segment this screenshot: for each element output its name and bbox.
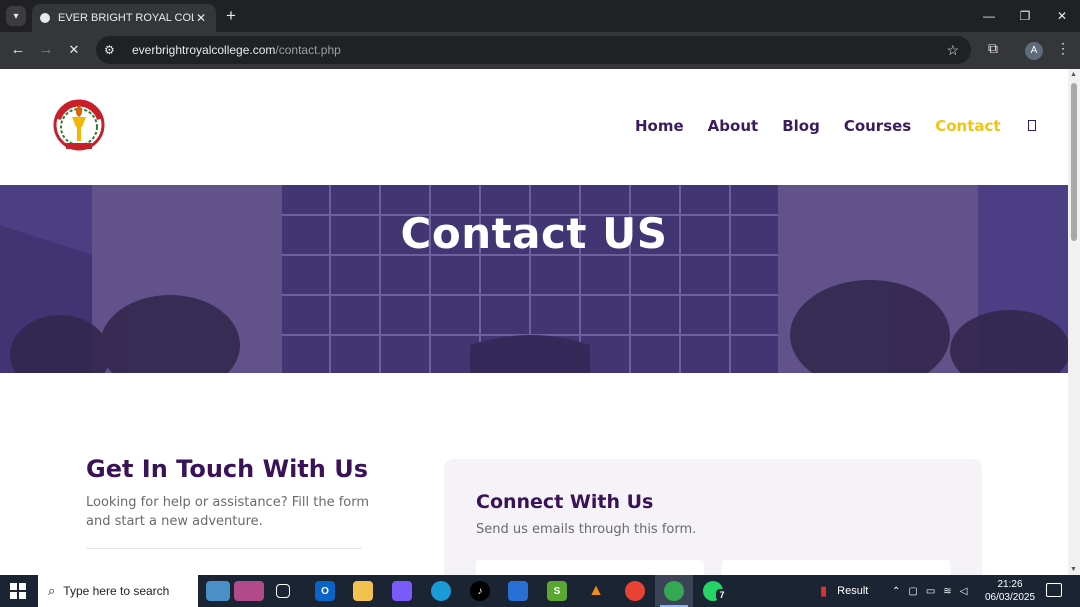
- name-input[interactable]: [476, 560, 704, 575]
- nav-home[interactable]: Home: [635, 117, 684, 135]
- weather-label: Result: [837, 585, 869, 597]
- tab-close-icon[interactable]: ✕: [194, 11, 208, 25]
- stop-loading-button[interactable]: ✕: [64, 40, 84, 60]
- taskbar-search-box[interactable]: ⌕ Type here to search: [38, 575, 198, 607]
- wifi-icon[interactable]: ≋: [943, 586, 951, 597]
- tab-title: EVER BRIGHT ROYAL COLLEGE: [58, 12, 194, 24]
- taskbar-clock[interactable]: 21:26 06/03/2025: [982, 578, 1038, 604]
- file-explorer-icon[interactable]: [353, 581, 373, 601]
- browser-menu-icon[interactable]: ⋮: [1056, 40, 1070, 57]
- connect-subtext: Send us emails through this form.: [476, 522, 697, 537]
- main-nav: Home About Blog Courses Contact: [635, 117, 1036, 135]
- contact-section: Get In Touch With Us Looking for help or…: [0, 373, 1068, 575]
- nba-icon: ▮: [820, 583, 828, 598]
- shopify-icon[interactable]: S: [547, 581, 567, 601]
- clock-time: 21:26: [997, 579, 1023, 590]
- scroll-down-icon[interactable]: ▼: [1070, 566, 1077, 573]
- get-in-touch-text: Looking for help or assistance? Fill the…: [86, 495, 370, 529]
- battery-icon[interactable]: ▭: [926, 586, 935, 597]
- chrome-profile-icon[interactable]: [664, 581, 684, 601]
- whatsapp-badge: 7: [716, 589, 728, 601]
- browser-toolbar: ← → ✕ ⚙ everbrightroyalcollege.com/conta…: [0, 32, 1080, 69]
- start-button[interactable]: [10, 583, 26, 599]
- college-logo[interactable]: [52, 97, 106, 157]
- restore-button[interactable]: ❐: [1007, 0, 1043, 32]
- hero-banner: Contact US: [0, 185, 1068, 373]
- site-header: Home About Blog Courses Contact: [0, 69, 1068, 185]
- close-window-button[interactable]: ✕: [1044, 0, 1080, 32]
- url-path: /contact.php: [275, 43, 341, 57]
- outlook-icon[interactable]: O: [315, 581, 335, 601]
- tiktok-icon[interactable]: ♪: [470, 581, 490, 601]
- books-widget-icon[interactable]: [234, 581, 264, 601]
- system-tray: ⌃ ▢ ▭ ≋ ◁: [892, 575, 967, 607]
- search-icon[interactable]: [1027, 120, 1036, 131]
- task-view-icon[interactable]: [276, 584, 290, 598]
- microsoft-store-icon[interactable]: [508, 581, 528, 601]
- show-hidden-icons-icon[interactable]: ⌃: [892, 586, 900, 597]
- active-tab[interactable]: EVER BRIGHT ROYAL COLLEGE ✕: [32, 4, 216, 32]
- scrollbar-thumb[interactable]: [1071, 83, 1077, 241]
- weather-widget[interactable]: ▮ Result: [820, 575, 868, 607]
- clock-date: 06/03/2025: [984, 592, 1036, 603]
- nav-contact[interactable]: Contact: [935, 117, 1000, 135]
- copilot-icon[interactable]: [392, 581, 412, 601]
- edge-icon[interactable]: [431, 581, 451, 601]
- volume-icon[interactable]: ◁: [960, 586, 968, 597]
- get-in-touch-heading: Get In Touch With Us: [86, 455, 368, 483]
- url-host: everbrightroyalcollege.com: [132, 43, 276, 57]
- nav-courses[interactable]: Courses: [844, 117, 911, 135]
- notification-center-icon[interactable]: [1046, 583, 1062, 597]
- divider: [86, 548, 362, 549]
- email-input[interactable]: [722, 560, 950, 575]
- nav-blog[interactable]: Blog: [782, 117, 820, 135]
- nav-about[interactable]: About: [708, 117, 759, 135]
- favicon-icon: [40, 13, 50, 23]
- profile-avatar[interactable]: A: [1025, 42, 1043, 60]
- new-tab-button[interactable]: +: [222, 6, 240, 26]
- browser-tab-strip: ▾ EVER BRIGHT ROYAL COLLEGE ✕ + — ❐ ✕: [0, 0, 1080, 32]
- meet-icon[interactable]: ▢: [908, 586, 917, 597]
- contact-form-card: Connect With Us Send us emails through t…: [444, 459, 982, 575]
- forward-button[interactable]: →: [36, 40, 56, 60]
- site-info-icon[interactable]: ⚙: [104, 43, 120, 57]
- address-bar[interactable]: ⚙ everbrightroyalcollege.com/contact.php…: [96, 36, 971, 64]
- news-widget-icon[interactable]: [206, 581, 230, 601]
- page-viewport: Home About Blog Courses Contact Contact …: [0, 69, 1080, 575]
- page-title: Contact US: [400, 209, 668, 258]
- chrome-icon[interactable]: [625, 581, 645, 601]
- page-scrollbar[interactable]: ▲ ▼: [1068, 69, 1080, 575]
- connect-heading: Connect With Us: [476, 491, 654, 513]
- scroll-up-icon[interactable]: ▲: [1070, 71, 1077, 78]
- windows-taskbar: ⌕ Type here to search O ♪ S ▲ 7 ▮ Result…: [0, 575, 1080, 607]
- extensions-icon[interactable]: ⧉: [984, 40, 1002, 57]
- minimize-button[interactable]: —: [971, 0, 1007, 32]
- search-icon: ⌕: [48, 583, 56, 598]
- tab-search-button[interactable]: ▾: [6, 6, 26, 26]
- taskbar-search-placeholder: Type here to search: [63, 584, 170, 598]
- back-button[interactable]: ←: [8, 40, 28, 60]
- bookmark-star-icon[interactable]: ☆: [946, 42, 959, 59]
- vlc-icon[interactable]: ▲: [586, 581, 606, 601]
